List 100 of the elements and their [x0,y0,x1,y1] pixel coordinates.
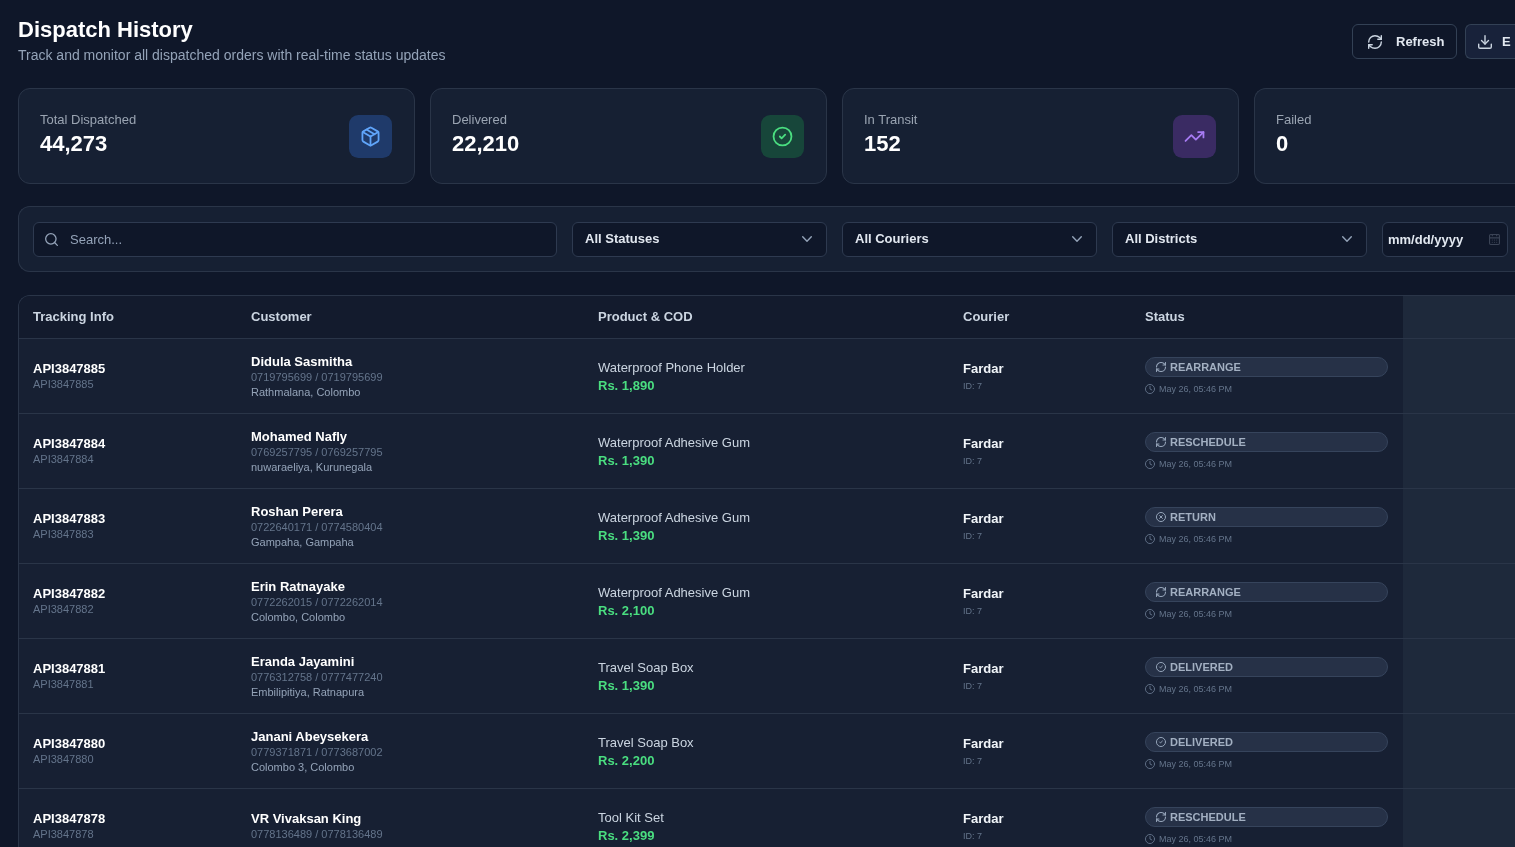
clock-icon [1145,384,1155,394]
courier-name: Fardar [963,660,1004,677]
clock-icon [1145,759,1155,769]
chevron-down-icon [1342,236,1352,242]
download-button[interactable]: E [1465,24,1515,59]
courier-id: ID: 7 [963,605,982,617]
status-time: May 26, 05:46 PM [1159,458,1233,470]
status-time: May 26, 05:46 PM [1159,383,1233,395]
check-circle-icon [1156,662,1166,672]
customer-location: Embilipitiya, Ratnapura [251,684,365,699]
product-name: Travel Soap Box [598,733,694,751]
product-name: Tool Kit Set [598,808,664,826]
cod-amount: Rs. 1,890 [598,376,655,394]
courier-id: ID: 7 [963,755,982,767]
customer-phone: 0772262015 / 0772262014 [251,594,383,610]
customer-location: Rathmalana, Colombo [251,384,361,399]
search-icon [45,232,58,246]
reference-number: API3847881 [33,677,94,692]
customer-phone: 0769257795 / 0769257795 [251,444,383,460]
courier-name: Fardar [963,735,1004,752]
calendar-icon [1489,233,1500,245]
cod-amount: Rs. 1,390 [598,526,655,544]
customer-phone: 0719795699 / 0719795699 [251,369,383,385]
search-field[interactable]: Search... [33,221,557,257]
check-circle-icon [1156,737,1166,747]
customer-phone: 0778136489 / 0778136489 [251,826,383,842]
date-field[interactable]: mm/dd/yyyy [1382,221,1508,257]
reference-number: API3847885 [33,377,94,392]
stat-label: Failed [1276,111,1312,129]
dropdown[interactable]: All Couriers [842,221,1097,257]
refresh-icon [1156,812,1166,822]
product-name: Waterproof Phone Holder [598,358,745,376]
courier-id: ID: 7 [963,530,982,542]
cod-amount: Rs. 2,100 [598,601,655,619]
stat-label: In Transit [864,111,918,129]
refresh-icon [1156,362,1166,372]
refresh-button[interactable]: Refresh [1352,24,1457,59]
courier-name: Fardar [963,510,1004,527]
customer-name: Didula Sasmitha [251,353,353,370]
stat-value: 44,273 [40,130,108,158]
status-label: RETURN [1170,510,1216,524]
product-name: Waterproof Adhesive Gum [598,433,750,451]
status-time: May 26, 05:46 PM [1159,608,1233,620]
tracking-number: API3847884 [33,435,106,452]
customer-name: Roshan Perera [251,503,343,520]
courier-id: ID: 7 [963,455,982,467]
trending-up-icon [1173,114,1216,158]
product-name: Waterproof Adhesive Gum [598,583,750,601]
customer-name: Mohamed Nafly [251,428,348,445]
stat-value: 22,210 [452,130,520,158]
status-time: May 26, 05:46 PM [1159,683,1233,695]
clock-icon [1145,534,1155,544]
status-label: REARRANGE [1170,585,1241,599]
clock-icon [1145,834,1155,844]
customer-location: Gampaha, Gampaha [251,534,354,549]
status-label: REARRANGE [1170,360,1241,374]
stat-label: Total Dispatched [40,111,137,129]
tracking-number: API3847883 [33,510,106,527]
tracking-number: API3847878 [33,810,106,827]
tracking-number: API3847880 [33,735,106,752]
customer-location: nuwaraeliya, Kurunegala [251,459,373,474]
status-label: RESCHEDULE [1170,810,1246,824]
product-name: Waterproof Adhesive Gum [598,508,750,526]
cod-amount: Rs. 1,390 [598,451,655,469]
stat-value: 0 [1276,130,1289,158]
customer-location: Colombo 3, Colombo [251,759,355,774]
dropdown[interactable]: All Statuses [572,221,827,257]
status-time: May 26, 05:46 PM [1159,758,1233,770]
customer-phone: 0722640171 / 0774580404 [251,519,383,535]
refresh-icon [1156,437,1166,447]
courier-name: Fardar [963,435,1004,452]
chevron-down-icon [1072,236,1082,242]
status-label: DELIVERED [1170,660,1233,674]
customer-phone: 0776312758 / 0777477240 [251,669,383,685]
courier-id: ID: 7 [963,830,982,842]
cod-amount: Rs. 1,390 [598,676,655,694]
tracking-number: API3847881 [33,660,106,677]
reference-number: API3847882 [33,602,94,617]
reference-number: API3847883 [33,527,94,542]
courier-name: Fardar [963,810,1004,827]
page-subtitle: Track and monitor all dispatched orders with real-time status updates [18,46,446,65]
column-header: Customer [251,308,312,327]
clock-icon [1145,684,1155,694]
status-label: DELIVERED [1170,735,1233,749]
courier-name: Fardar [963,585,1004,602]
dropdown[interactable]: All Districts [1112,221,1367,257]
clock-icon [1145,459,1155,469]
reference-number: API3847880 [33,752,94,767]
reference-number: API3847884 [33,452,94,467]
column-header: Courier [963,308,1010,327]
courier-id: ID: 7 [963,680,982,692]
chevron-down-icon [802,236,812,242]
refresh-icon [1368,34,1382,49]
cod-amount: Rs. 2,399 [598,826,655,844]
download-icon [1478,34,1492,49]
clock-icon [1145,609,1155,619]
customer-name: Erin Ratnayake [251,578,345,595]
reference-number: API3847878 [33,827,94,842]
column-header: Product & COD [598,308,693,327]
status-label: RESCHEDULE [1170,435,1246,449]
